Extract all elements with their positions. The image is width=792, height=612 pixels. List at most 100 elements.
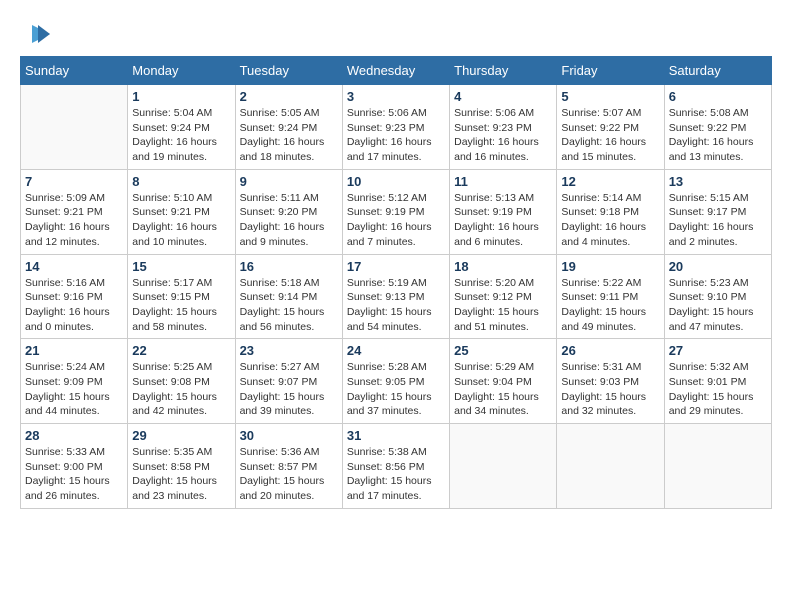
day-number: 30 <box>240 428 338 443</box>
calendar-cell: 24 Sunrise: 5:28 AMSunset: 9:05 PMDayligh… <box>342 339 449 424</box>
day-info: Sunrise: 5:29 AMSunset: 9:04 PMDaylight:… <box>454 360 552 419</box>
day-number: 4 <box>454 89 552 104</box>
day-info: Sunrise: 5:13 AMSunset: 9:19 PMDaylight:… <box>454 191 552 250</box>
day-number: 20 <box>669 259 767 274</box>
day-info: Sunrise: 5:22 AMSunset: 9:11 PMDaylight:… <box>561 276 659 335</box>
day-info: Sunrise: 5:15 AMSunset: 9:17 PMDaylight:… <box>669 191 767 250</box>
logo-text <box>20 20 52 50</box>
day-info: Sunrise: 5:12 AMSunset: 9:19 PMDaylight:… <box>347 191 445 250</box>
day-info: Sunrise: 5:35 AMSunset: 8:58 PMDaylight:… <box>132 445 230 504</box>
calendar-cell: 27 Sunrise: 5:32 AMSunset: 9:01 PMDayligh… <box>664 339 771 424</box>
day-info: Sunrise: 5:06 AMSunset: 9:23 PMDaylight:… <box>454 106 552 165</box>
calendar-cell: 3Sunrise: 5:06 AMSunset: 9:23 PMDaylight… <box>342 85 449 170</box>
day-number: 10 <box>347 174 445 189</box>
day-number: 23 <box>240 343 338 358</box>
calendar-cell: 1 Sunrise: 5:04 AMSunset: 9:24 PMDaylight… <box>128 85 235 170</box>
day-info: Sunrise: 5:31 AMSunset: 9:03 PMDaylight:… <box>561 360 659 419</box>
day-number: 13 <box>669 174 767 189</box>
day-number: 29 <box>132 428 230 443</box>
day-number: 15 <box>132 259 230 274</box>
day-info: Sunrise: 5:18 AMSunset: 9:14 PMDaylight:… <box>240 276 338 335</box>
calendar-cell: 6Sunrise: 5:08 AMSunset: 9:22 PMDaylight… <box>664 85 771 170</box>
day-number: 25 <box>454 343 552 358</box>
calendar-header-saturday: Saturday <box>664 57 771 85</box>
day-info: Sunrise: 5:27 AMSunset: 9:07 PMDaylight:… <box>240 360 338 419</box>
day-number: 31 <box>347 428 445 443</box>
calendar-cell: 8 Sunrise: 5:10 AMSunset: 9:21 PMDaylight… <box>128 169 235 254</box>
calendar-cell: 29 Sunrise: 5:35 AMSunset: 8:58 PMDayligh… <box>128 424 235 509</box>
calendar-header-tuesday: Tuesday <box>235 57 342 85</box>
calendar-cell: 5 Sunrise: 5:07 AMSunset: 9:22 PMDaylight… <box>557 85 664 170</box>
day-info: Sunrise: 5:10 AMSunset: 9:21 PMDaylight:… <box>132 191 230 250</box>
calendar-cell <box>21 85 128 170</box>
day-number: 3 <box>347 89 445 104</box>
day-number: 19 <box>561 259 659 274</box>
day-info: Sunrise: 5:24 AMSunset: 9:09 PMDaylight:… <box>25 360 123 419</box>
page-header <box>20 20 772 50</box>
day-number: 11 <box>454 174 552 189</box>
calendar-cell: 30 Sunrise: 5:36 AMSunset: 8:57 PMDayligh… <box>235 424 342 509</box>
day-number: 17 <box>347 259 445 274</box>
day-info: Sunrise: 5:17 AMSunset: 9:15 PMDaylight:… <box>132 276 230 335</box>
calendar-cell: 19 Sunrise: 5:22 AMSunset: 9:11 PMDayligh… <box>557 254 664 339</box>
day-number: 8 <box>132 174 230 189</box>
day-info: Sunrise: 5:32 AMSunset: 9:01 PMDaylight:… <box>669 360 767 419</box>
day-number: 9 <box>240 174 338 189</box>
calendar-header-sunday: Sunday <box>21 57 128 85</box>
day-number: 28 <box>25 428 123 443</box>
day-number: 7 <box>25 174 123 189</box>
day-number: 27 <box>669 343 767 358</box>
day-number: 5 <box>561 89 659 104</box>
calendar-cell: 20 Sunrise: 5:23 AMSunset: 9:10 PMDayligh… <box>664 254 771 339</box>
calendar-header-wednesday: Wednesday <box>342 57 449 85</box>
day-number: 1 <box>132 89 230 104</box>
calendar-cell <box>557 424 664 509</box>
day-info: Sunrise: 5:07 AMSunset: 9:22 PMDaylight:… <box>561 106 659 165</box>
day-info: Sunrise: 5:33 AMSunset: 9:00 PMDaylight:… <box>25 445 123 504</box>
calendar-cell: 7 Sunrise: 5:09 AMSunset: 9:21 PMDaylight… <box>21 169 128 254</box>
calendar-header-friday: Friday <box>557 57 664 85</box>
calendar-header-monday: Monday <box>128 57 235 85</box>
calendar-cell: 21 Sunrise: 5:24 AMSunset: 9:09 PMDayligh… <box>21 339 128 424</box>
day-number: 14 <box>25 259 123 274</box>
calendar-cell: 25 Sunrise: 5:29 AMSunset: 9:04 PMDayligh… <box>450 339 557 424</box>
day-number: 2 <box>240 89 338 104</box>
day-info: Sunrise: 5:14 AMSunset: 9:18 PMDaylight:… <box>561 191 659 250</box>
calendar-header-row: SundayMondayTuesdayWednesdayThursdayFrid… <box>21 57 772 85</box>
calendar-cell: 2 Sunrise: 5:05 AMSunset: 9:24 PMDaylight… <box>235 85 342 170</box>
day-number: 21 <box>25 343 123 358</box>
day-info: Sunrise: 5:05 AMSunset: 9:24 PMDaylight:… <box>240 106 338 165</box>
calendar-cell: 22 Sunrise: 5:25 AMSunset: 9:08 PMDayligh… <box>128 339 235 424</box>
day-info: Sunrise: 5:38 AMSunset: 8:56 PMDaylight:… <box>347 445 445 504</box>
calendar-cell: 26Sunrise: 5:31 AMSunset: 9:03 PMDayligh… <box>557 339 664 424</box>
calendar-cell <box>450 424 557 509</box>
calendar-cell: 31 Sunrise: 5:38 AMSunset: 8:56 PMDayligh… <box>342 424 449 509</box>
day-number: 24 <box>347 343 445 358</box>
calendar-week-1: 7 Sunrise: 5:09 AMSunset: 9:21 PMDaylight… <box>21 169 772 254</box>
day-number: 22 <box>132 343 230 358</box>
calendar-week-3: 21 Sunrise: 5:24 AMSunset: 9:09 PMDayligh… <box>21 339 772 424</box>
logo <box>20 20 52 50</box>
day-number: 12 <box>561 174 659 189</box>
calendar-cell: 4 Sunrise: 5:06 AMSunset: 9:23 PMDaylight… <box>450 85 557 170</box>
calendar-table: SundayMondayTuesdayWednesdayThursdayFrid… <box>20 56 772 509</box>
calendar-week-4: 28 Sunrise: 5:33 AMSunset: 9:00 PMDayligh… <box>21 424 772 509</box>
calendar-cell <box>664 424 771 509</box>
day-info: Sunrise: 5:11 AMSunset: 9:20 PMDaylight:… <box>240 191 338 250</box>
calendar-header-thursday: Thursday <box>450 57 557 85</box>
calendar-cell: 12 Sunrise: 5:14 AMSunset: 9:18 PMDayligh… <box>557 169 664 254</box>
day-info: Sunrise: 5:36 AMSunset: 8:57 PMDaylight:… <box>240 445 338 504</box>
calendar-cell: 17Sunrise: 5:19 AMSunset: 9:13 PMDayligh… <box>342 254 449 339</box>
calendar-cell: 11 Sunrise: 5:13 AMSunset: 9:19 PMDayligh… <box>450 169 557 254</box>
day-info: Sunrise: 5:04 AMSunset: 9:24 PMDaylight:… <box>132 106 230 165</box>
day-info: Sunrise: 5:25 AMSunset: 9:08 PMDaylight:… <box>132 360 230 419</box>
day-number: 16 <box>240 259 338 274</box>
day-info: Sunrise: 5:09 AMSunset: 9:21 PMDaylight:… <box>25 191 123 250</box>
day-info: Sunrise: 5:28 AMSunset: 9:05 PMDaylight:… <box>347 360 445 419</box>
calendar-cell: 15 Sunrise: 5:17 AMSunset: 9:15 PMDayligh… <box>128 254 235 339</box>
calendar-cell: 28 Sunrise: 5:33 AMSunset: 9:00 PMDayligh… <box>21 424 128 509</box>
day-info: Sunrise: 5:23 AMSunset: 9:10 PMDaylight:… <box>669 276 767 335</box>
day-info: Sunrise: 5:20 AMSunset: 9:12 PMDaylight:… <box>454 276 552 335</box>
calendar-week-2: 14Sunrise: 5:16 AMSunset: 9:16 PMDayligh… <box>21 254 772 339</box>
calendar-cell: 18Sunrise: 5:20 AMSunset: 9:12 PMDayligh… <box>450 254 557 339</box>
